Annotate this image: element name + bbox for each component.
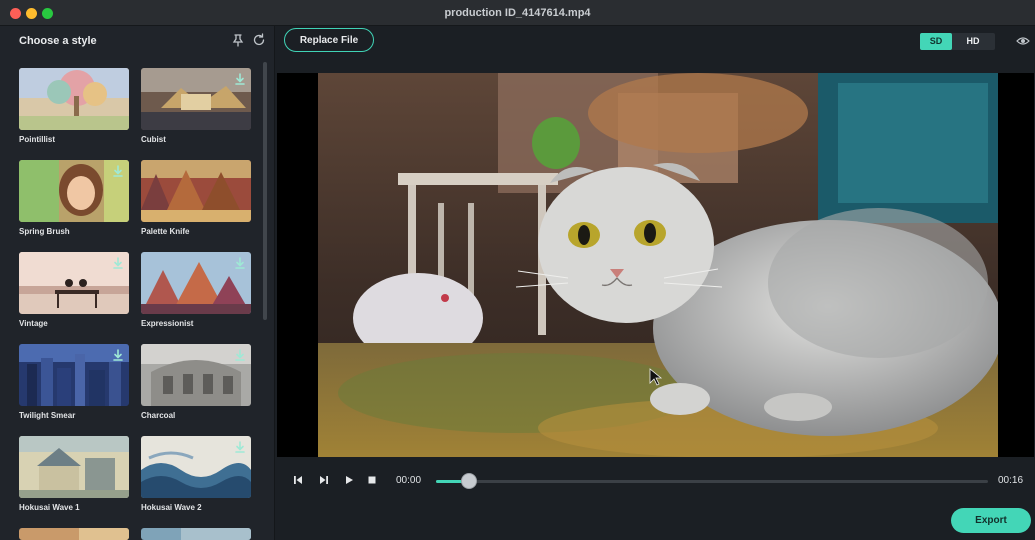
download-icon[interactable] [233, 72, 247, 86]
main-panel: Replace File SD HD 00:00 00:16 Export [276, 26, 1035, 540]
sidebar-header: Choose a style [0, 26, 274, 56]
sd-option[interactable]: SD [920, 33, 952, 50]
video-frame [318, 73, 998, 457]
style-thumbnail [19, 160, 129, 222]
quality-toggle: SD HD [920, 33, 995, 50]
style-card-charcoal[interactable]: Charcoal [141, 344, 251, 424]
download-icon[interactable] [111, 348, 125, 362]
eye-icon[interactable] [1016, 35, 1030, 47]
style-label: Hokusai Wave 2 [141, 503, 202, 512]
style-label: Charcoal [141, 411, 176, 420]
style-thumbnail [141, 436, 251, 498]
style-thumbnail [19, 68, 129, 130]
style-card-spring-brush[interactable]: Spring Brush [19, 160, 129, 240]
style-label: Pointillist [19, 135, 55, 144]
style-label: Expressionist [141, 319, 194, 328]
play-icon[interactable] [343, 474, 355, 486]
playback-controls: 00:00 00:16 [276, 462, 1035, 498]
style-thumbnail [141, 160, 251, 222]
hd-option[interactable]: HD [957, 33, 989, 50]
style-label: Palette Knife [141, 227, 190, 236]
style-label: Vintage [19, 319, 48, 328]
style-label: Spring Brush [19, 227, 70, 236]
refresh-icon[interactable] [251, 32, 267, 48]
download-icon[interactable] [111, 256, 125, 270]
style-card-expressionist[interactable]: Expressionist [141, 252, 251, 332]
replace-file-button[interactable]: Replace File [284, 28, 374, 52]
style-card-hokusai-wave-1[interactable]: Hokusai Wave 1 [19, 436, 129, 516]
title-bar: production ID_4147614.mp4 [0, 0, 1035, 26]
style-label: Cubist [141, 135, 166, 144]
download-icon[interactable] [233, 440, 247, 454]
style-thumbnail [19, 436, 129, 498]
download-icon[interactable] [233, 348, 247, 362]
style-card-hokusai-wave-2[interactable]: Hokusai Wave 2 [141, 436, 251, 516]
progress-track[interactable] [436, 480, 988, 483]
step-back-icon[interactable] [292, 474, 304, 486]
style-card-cubist[interactable]: Cubist [141, 68, 251, 148]
step-forward-icon[interactable] [318, 474, 330, 486]
style-label: Twilight Smear [19, 411, 76, 420]
sidebar-scrollbar[interactable] [263, 62, 267, 320]
style-card-vintage[interactable]: Vintage [19, 252, 129, 332]
style-thumbnail [141, 344, 251, 406]
export-button[interactable]: Export [951, 508, 1031, 533]
style-thumbnail [19, 344, 129, 406]
style-card-pointillist[interactable]: Pointillist [19, 68, 129, 148]
download-icon[interactable] [111, 164, 125, 178]
progress-knob[interactable] [461, 473, 477, 489]
style-card-partial[interactable] [141, 528, 251, 540]
style-thumbnail [141, 252, 251, 314]
style-label: Hokusai Wave 1 [19, 503, 80, 512]
style-card-partial[interactable] [19, 528, 129, 540]
style-card-palette-knife[interactable]: Palette Knife [141, 160, 251, 240]
style-thumbnail [141, 68, 251, 130]
stop-icon[interactable] [366, 474, 378, 486]
window-title: production ID_4147614.mp4 [444, 7, 591, 19]
style-thumbnail [19, 252, 129, 314]
duration: 00:16 [998, 475, 1024, 486]
pin-icon[interactable] [230, 32, 246, 48]
video-preview[interactable] [277, 73, 1034, 457]
download-icon[interactable] [233, 256, 247, 270]
style-thumbnail [19, 528, 129, 540]
style-sidebar: Choose a style Pointillist Cubist Spring… [0, 26, 275, 540]
style-thumbnail [141, 528, 251, 540]
sidebar-title: Choose a style [19, 35, 97, 47]
style-card-twilight-smear[interactable]: Twilight Smear [19, 344, 129, 424]
current-time: 00:00 [396, 475, 422, 486]
